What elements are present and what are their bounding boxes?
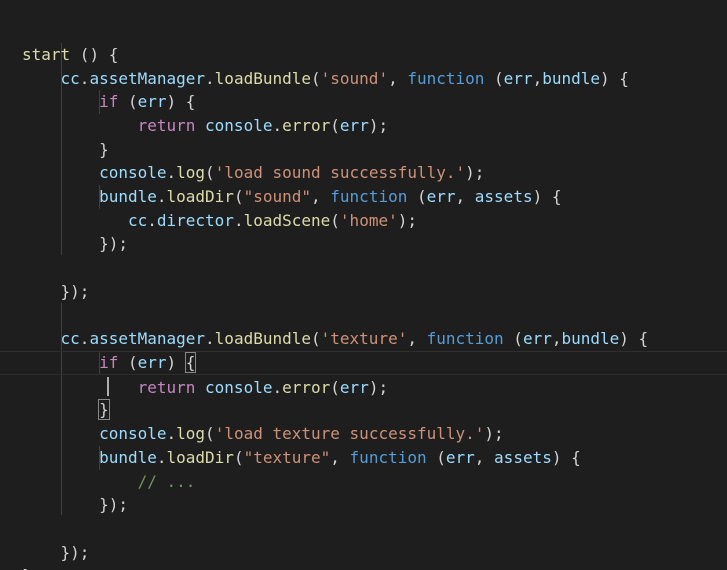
code-line[interactable]: bundle.loadDir("texture", function (err,… — [0, 422, 727, 467]
code-line[interactable]: } — [0, 114, 727, 159]
code-line[interactable]: start () { — [0, 19, 727, 64]
code-line[interactable]: cc.assetManager.loadBundle('texture', fu… — [0, 303, 727, 348]
code-line[interactable]: console.log('load sound successfully.'); — [0, 137, 727, 182]
code-line[interactable]: if (err) { — [0, 66, 727, 111]
code-line[interactable] — [0, 232, 727, 256]
current-code-line[interactable]: return console.error(err); — [0, 351, 727, 397]
code-line[interactable]: }, — [0, 540, 727, 570]
code-line[interactable]: cc.director.loadScene('home'); — [0, 185, 727, 230]
code-line[interactable]: console.log('load texture successfully.'… — [0, 398, 727, 443]
code-line[interactable]: }); — [0, 256, 727, 301]
code-line[interactable] — [0, 493, 727, 517]
code-line[interactable]: cc.assetManager.loadBundle('sound', func… — [0, 43, 727, 88]
text-cursor — [107, 377, 109, 396]
code-line[interactable]: } — [0, 374, 727, 420]
code-editor[interactable]: start () { cc.assetManager.loadBundle('s… — [0, 0, 727, 570]
code-line[interactable]: // ... — [0, 446, 727, 491]
code-line[interactable]: }); — [0, 208, 727, 253]
code-line[interactable]: return console.error(err); — [0, 90, 727, 135]
code-line[interactable] — [0, 279, 727, 303]
code-line[interactable]: }); — [0, 517, 727, 562]
code-line[interactable]: }); — [0, 469, 727, 514]
code-line[interactable]: if (err) { — [0, 327, 727, 373]
code-line[interactable]: bundle.loadDir("sound", function (err, a… — [0, 161, 727, 206]
